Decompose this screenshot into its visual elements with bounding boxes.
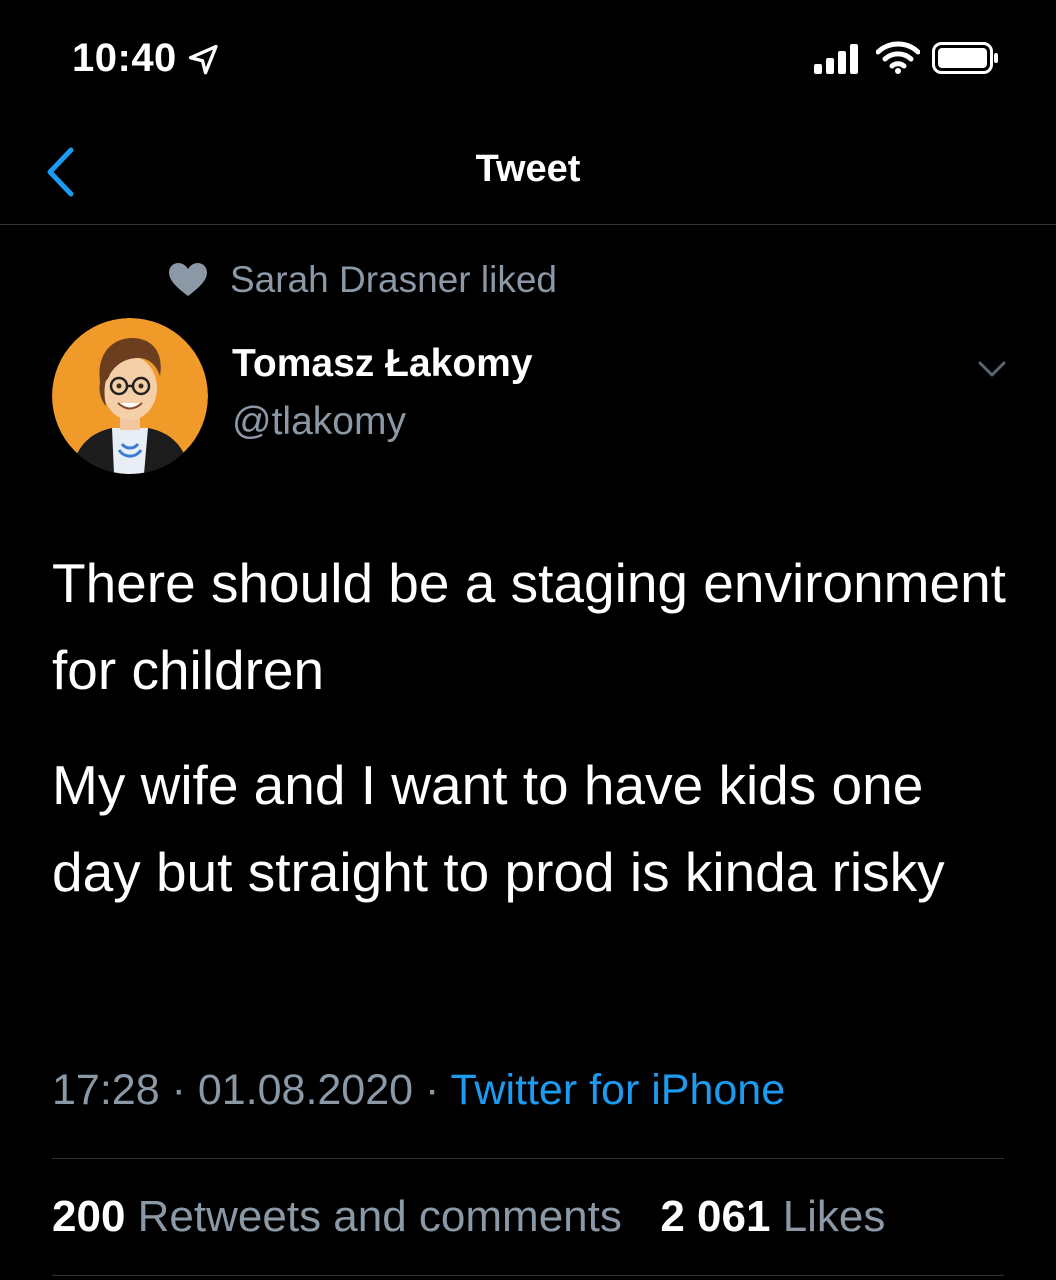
tweet-paragraph: There should be a staging environment fo… <box>52 552 1006 701</box>
battery-icon <box>932 42 998 74</box>
signal-bars-icon <box>814 44 858 74</box>
divider <box>52 1275 1004 1276</box>
tweet-meta: 17:28 · 01.08.2020 · Twitter for iPhone <box>52 1066 785 1115</box>
tweet-stats: 200 Retweets and comments 2 061 Likes <box>52 1192 885 1242</box>
status-bar: 10:40 <box>0 0 1056 120</box>
location-arrow-icon <box>188 44 218 75</box>
avatar-image <box>52 318 208 474</box>
chevron-down-icon[interactable] <box>972 354 1012 384</box>
heart-icon <box>169 263 207 296</box>
nav-bar: Tweet <box>0 120 1056 225</box>
likes-label: Likes <box>782 1192 886 1241</box>
retweets-count: 200 <box>52 1192 126 1241</box>
retweets-label: Retweets and comments <box>137 1192 622 1241</box>
status-time: 10:40 <box>72 36 177 80</box>
page-title: Tweet <box>475 148 581 190</box>
tweet-time: 17:28 <box>52 1066 160 1114</box>
meta-separator: · <box>425 1066 440 1114</box>
social-context-label: Sarah Drasner liked <box>230 259 557 300</box>
meta-separator: · <box>171 1066 186 1114</box>
tweet-source-link[interactable]: Twitter for iPhone <box>451 1066 786 1114</box>
tweet-paragraph: My wife and I want to have kids one day … <box>52 754 945 903</box>
tweet-date: 01.08.2020 <box>197 1066 414 1114</box>
author-name[interactable]: Tomasz Łakomy <box>232 342 533 386</box>
retweets-stat[interactable]: 200 Retweets and comments <box>52 1192 634 1241</box>
author-handle[interactable]: @tlakomy <box>232 400 406 444</box>
avatar[interactable] <box>52 318 208 474</box>
tweet-text: There should be a staging environment fo… <box>52 540 1012 916</box>
likes-stat[interactable]: 2 061 Likes <box>660 1192 885 1241</box>
divider <box>52 1158 1004 1159</box>
social-context[interactable]: Sarah Drasner liked <box>168 256 557 304</box>
wifi-icon <box>876 41 920 74</box>
likes-count: 2 061 <box>660 1192 771 1241</box>
